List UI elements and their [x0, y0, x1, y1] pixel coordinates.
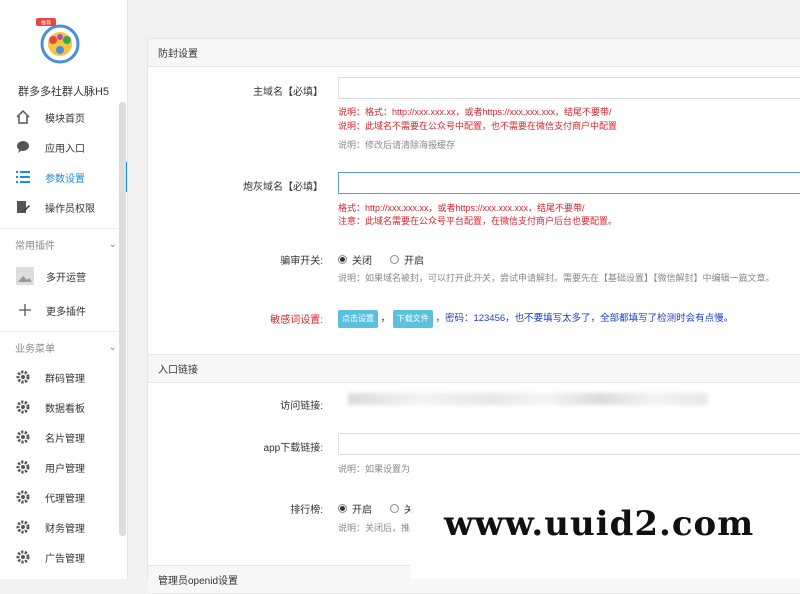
nav-item-operator[interactable]: 操作员权限 [0, 192, 127, 222]
review-switch-note: 说明：如果域名被封，可以打开此开关，尝试申请解封。需要先在【基础设置】【微信解封… [338, 273, 775, 283]
review-switch-label: 骗审开关: [280, 256, 323, 267]
radio-label: 关闭 [352, 256, 372, 267]
radio-checked-icon [338, 255, 347, 264]
gear-icon [16, 430, 30, 444]
chevron-down-icon: ⌄ [108, 238, 117, 250]
sidebar-scrollbar[interactable] [119, 102, 126, 536]
plugin-label: 更多插件 [46, 306, 86, 318]
brand-name: 群多多社群人脉H5 [17, 86, 110, 98]
chat-bubble-icon [16, 140, 30, 154]
main-domain-note-2: 说明：此域名不需要在公众号中配置，也不需要在微信支付商户中配置 [338, 121, 618, 131]
radio-label: 开启 [404, 256, 424, 267]
business-item[interactable]: 代理管理 [0, 482, 127, 512]
nav-item-app-entry[interactable]: 应用入口 [0, 132, 127, 162]
business-item-label: 数据看板 [45, 403, 85, 415]
radio-label: 开启 [352, 505, 372, 516]
business-item[interactable]: 名片管理 [0, 422, 127, 452]
section-entry-links: 入口链接 [148, 354, 800, 383]
list-icon [16, 170, 30, 184]
chevron-down-icon: ⌄ [108, 341, 117, 353]
cannon-domain-note-1: 格式：http://xxx.xxx.xx，或者https://xxx.xxx.x… [338, 203, 585, 213]
gear-icon [16, 490, 30, 504]
visit-link-redacted [348, 393, 708, 405]
nav-item-params[interactable]: 参数设置 [0, 162, 127, 192]
business-item[interactable]: 用户管理 [0, 452, 127, 482]
sensitive-words-label: 敏感词设置: [270, 315, 323, 326]
document-edit-icon [16, 200, 30, 214]
review-switch-off[interactable]: 关闭 [338, 252, 372, 267]
sidebar: 推荐 群多多社群人脉H5 模块首页 应用入口 参数设置 操作员权限 常用插件 ⌄… [0, 0, 128, 579]
group-business[interactable]: 业务菜单 ⌄ [0, 331, 127, 362]
plus-icon [16, 301, 34, 319]
main-domain-input[interactable] [338, 77, 800, 99]
home-icon [16, 110, 30, 124]
click-setting-button[interactable]: 点击设置 [338, 310, 378, 328]
business-item[interactable]: 广告管理 [0, 542, 127, 572]
image-icon [16, 267, 34, 285]
app-download-label: app下载链接: [263, 443, 323, 454]
gear-icon [16, 520, 30, 534]
main-domain-label: 主域名【必填】 [253, 87, 323, 98]
ranking-label: 排行榜: [290, 505, 323, 516]
main-domain-note-3: 说明：修改后请清除海报缓存 [338, 140, 456, 150]
nav-label: 参数设置 [45, 173, 85, 185]
app-download-note: 说明：如果设置为 [338, 464, 411, 474]
section-anti-ban: 防封设置 [148, 39, 800, 67]
nav-label: 应用入口 [45, 143, 85, 155]
gear-icon [16, 370, 30, 384]
nav-label: 模块首页 [45, 113, 85, 125]
review-switch-on[interactable]: 开启 [390, 252, 424, 267]
group-title: 常用插件 [15, 240, 55, 252]
watermark-text: www.uuid2.com [444, 504, 755, 544]
radio-checked-icon [338, 504, 347, 513]
ranking-note: 说明：关闭后，推 [338, 523, 411, 533]
gear-icon [16, 550, 30, 564]
review-switch-group: 关闭 开启 [338, 252, 442, 267]
download-file-button[interactable]: 下载文件 [392, 310, 433, 328]
business-item[interactable]: 群码管理 [0, 362, 127, 392]
visit-link-label: 访问链接: [280, 401, 323, 412]
plugin-item-multi[interactable]: 多开运营 [0, 259, 127, 293]
logo-area: 推荐 群多多社群人脉H5 [0, 0, 127, 102]
business-item-label: 用户管理 [45, 463, 85, 475]
nav-label: 操作员权限 [45, 203, 95, 215]
business-item-label: 名片管理 [45, 433, 85, 445]
plugin-item-more[interactable]: 更多插件 [0, 293, 127, 327]
gear-icon [16, 400, 30, 414]
app-download-input[interactable] [338, 433, 800, 455]
business-item-label: 财务管理 [45, 523, 85, 535]
radio-unchecked-icon [390, 504, 399, 513]
sensitive-words-row: 点击设置 ， 下载文件 ，密码：123456，也不要填写太多了，全部都填写了检测… [338, 310, 733, 328]
business-item[interactable]: 数据看板 [0, 392, 127, 422]
app-logo: 推荐 [36, 18, 80, 64]
main-domain-note-1: 说明：格式：http://xxx.xxx.xx，或者https://xxx.xx… [338, 107, 612, 117]
cannon-domain-input[interactable] [338, 172, 800, 194]
business-item-label: 群码管理 [45, 373, 85, 385]
group-plugins[interactable]: 常用插件 ⌄ [0, 228, 127, 259]
business-item-label: 代理管理 [45, 493, 85, 505]
cannon-domain-label: 炮灰域名【必填】 [243, 182, 323, 193]
sensitive-words-text: ，密码：123456，也不要填写太多了，全部都填写了检测时会有点慢。 [435, 313, 734, 324]
logo-badge-text: 推荐 [41, 20, 51, 27]
business-item-label: 广告管理 [45, 553, 85, 565]
plugin-label: 多开运营 [46, 272, 86, 284]
gear-icon [16, 460, 30, 474]
ranking-on[interactable]: 开启 [338, 501, 372, 516]
cannon-domain-note-2: 注意：此域名需要在公众号平台配置，在微信支付商户后台也要配置。 [338, 216, 618, 226]
business-item[interactable]: 财务管理 [0, 512, 127, 542]
nav-item-home[interactable]: 模块首页 [0, 102, 127, 132]
radio-unchecked-icon [390, 255, 399, 264]
group-title: 业务菜单 [15, 343, 55, 355]
